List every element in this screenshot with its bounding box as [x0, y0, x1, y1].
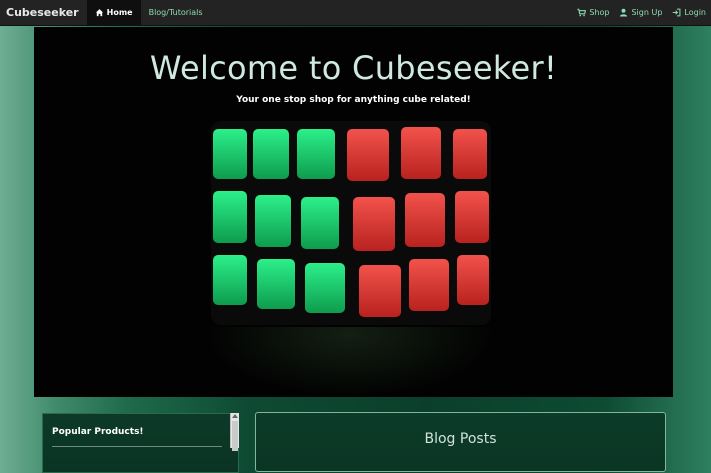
- home-icon: [95, 8, 104, 17]
- nav-login[interactable]: Login: [667, 0, 711, 26]
- brand-link[interactable]: Cubeseeker: [0, 0, 87, 26]
- scroll-up-arrow-icon[interactable]: [232, 414, 238, 418]
- user-icon: [619, 8, 628, 17]
- top-navbar: Cubeseeker Home Blog/Tutorials Shop Sign…: [0, 0, 711, 26]
- nav-blog-label: Blog/Tutorials: [148, 7, 203, 17]
- cart-icon: [577, 8, 587, 17]
- nav-signup[interactable]: Sign Up: [614, 0, 667, 26]
- popular-products-title: Popular Products!: [52, 427, 144, 437]
- nav-shop[interactable]: Shop: [572, 0, 614, 26]
- nav-home-label: Home: [106, 7, 133, 17]
- nav-right-group: Shop Sign Up Login: [572, 0, 711, 26]
- popular-products-panel: Popular Products!: [42, 413, 239, 473]
- nav-shop-label: Shop: [589, 7, 610, 17]
- blog-posts-panel: Blog Posts: [255, 412, 666, 472]
- nav-login-label: Login: [684, 7, 706, 17]
- nav-signup-label: Sign Up: [631, 7, 663, 17]
- popular-products-divider: [52, 446, 222, 447]
- login-icon: [672, 8, 681, 17]
- cube-reflection: [205, 327, 495, 397]
- hero-title: Welcome to Cubeseeker!: [149, 49, 558, 87]
- nav-blog[interactable]: Blog/Tutorials: [141, 0, 211, 26]
- blog-posts-title: Blog Posts: [424, 431, 497, 447]
- nav-home[interactable]: Home: [86, 0, 141, 26]
- hero-tagline: Your one stop shop for anything cube rel…: [236, 95, 471, 105]
- scrollbar-thumb[interactable]: [232, 421, 238, 451]
- popular-products-scrollbar[interactable]: [230, 413, 239, 451]
- hero-banner: Welcome to Cubeseeker! Your one stop sho…: [34, 27, 673, 397]
- rubiks-cube-image: [211, 121, 491, 325]
